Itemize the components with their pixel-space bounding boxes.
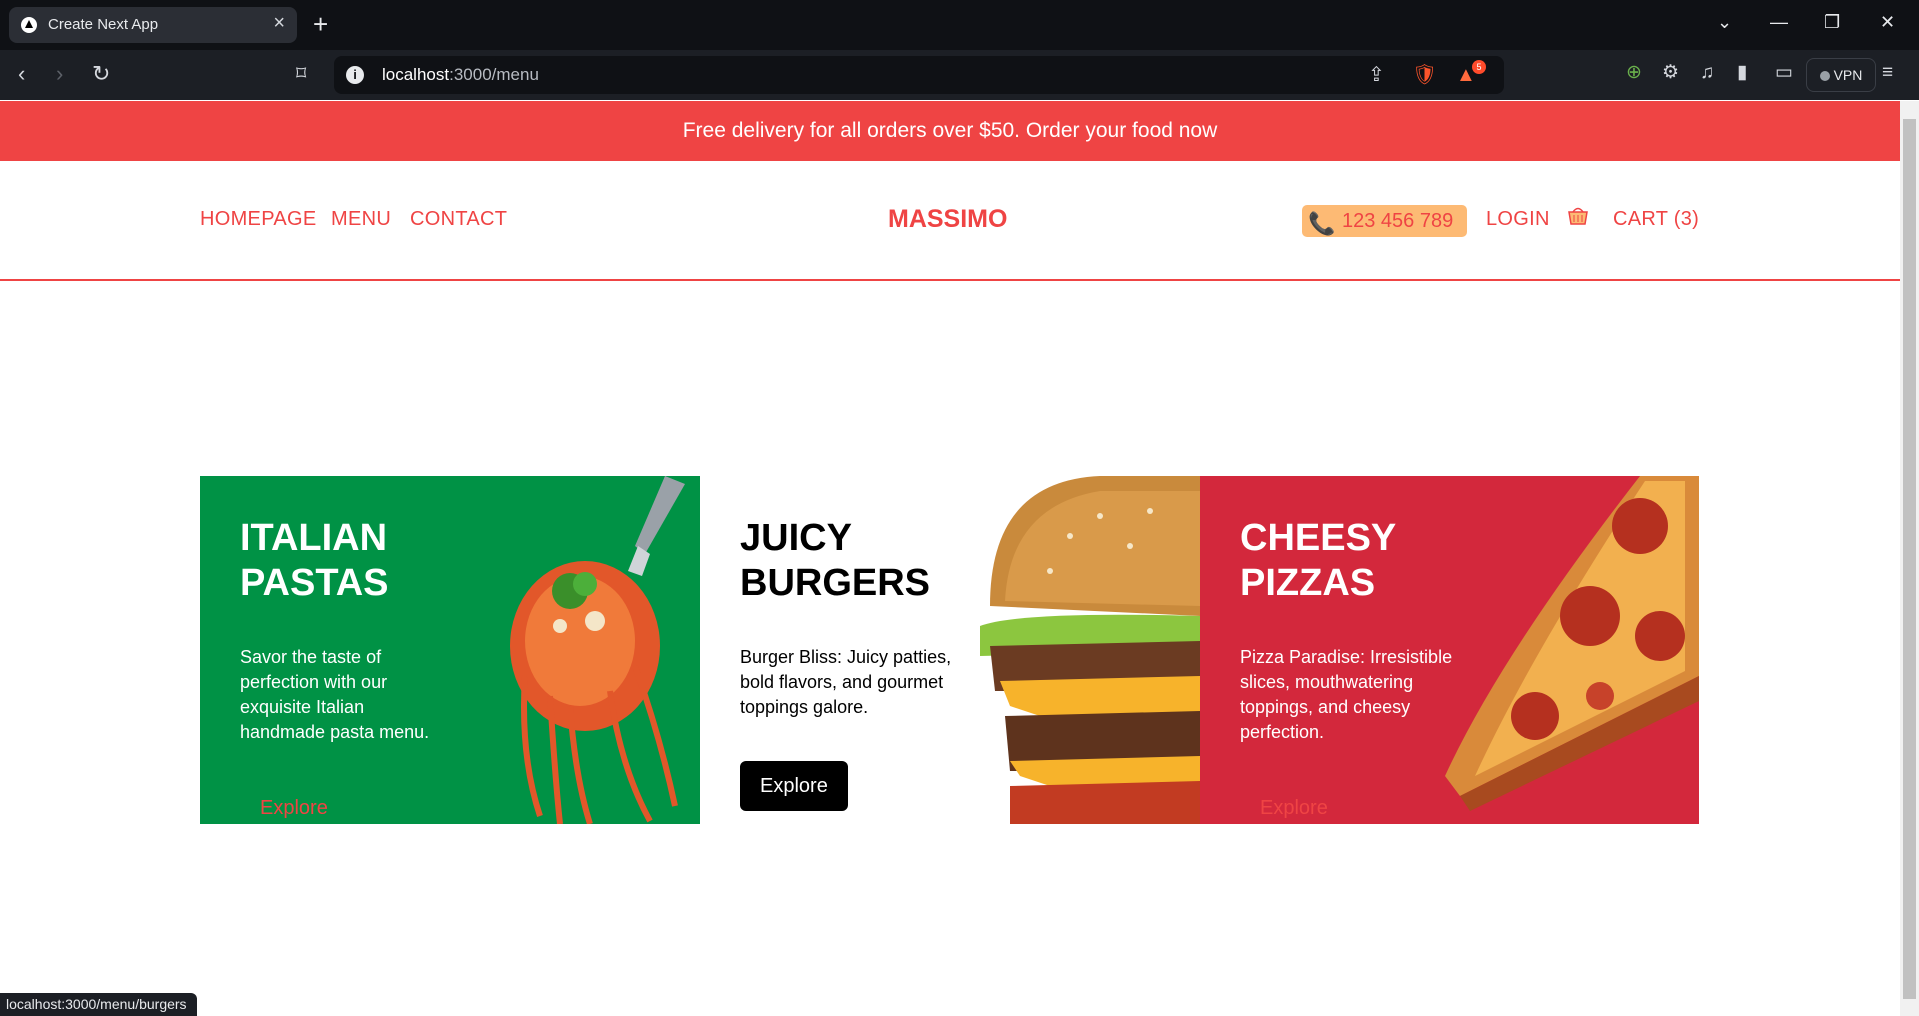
tab-search-chevron-icon[interactable]: ⌄ (1717, 12, 1732, 32)
browser-tab-bar: Create Next App × + ⌄ — ❐ ✕ (0, 0, 1919, 50)
brave-shields-icon[interactable]: 🛡 (1412, 63, 1437, 87)
phone-pill[interactable]: 📞 123 456 789 (1302, 205, 1467, 237)
burger-card[interactable]: JUICY BURGERS Burger Bliss: Juicy pattie… (700, 476, 1200, 824)
close-tab-icon[interactable]: × (273, 13, 285, 33)
announcement-bar: Free delivery for all orders over $50. O… (0, 101, 1900, 161)
share-icon[interactable]: ⇪ (1368, 63, 1385, 87)
menu-icon[interactable]: ≡ (1882, 62, 1893, 84)
explore-pizzas-button[interactable]: Explore (1240, 798, 1348, 818)
card-description: Pizza Paradise: Irresistible slices, mou… (1240, 647, 1453, 742)
restore-icon[interactable]: ❐ (1824, 12, 1840, 32)
pasta-image (510, 476, 685, 824)
reload-icon[interactable]: ↻ (92, 62, 110, 86)
wallet-icon[interactable]: ▭ (1775, 62, 1793, 84)
site-info-icon[interactable]: i (346, 66, 364, 84)
card-description: Burger Bliss: Juicy patties, bold flavor… (740, 647, 952, 717)
pizza-image (1445, 476, 1699, 811)
tab-title: Create Next App (48, 16, 159, 33)
phone-icon: 📞 (1308, 211, 1336, 236)
page-scrollbar[interactable] (1900, 101, 1919, 1016)
extensions-icon[interactable]: ⚙ (1662, 62, 1679, 84)
phone-number: 123 456 789 (1342, 210, 1454, 232)
vpn-button[interactable]: VPN (1806, 58, 1876, 92)
menu-categories: ITALIAN PASTAS Savor the taste of perfec… (200, 476, 1699, 824)
site-logo[interactable]: MASSIMO (888, 205, 1007, 234)
scrollbar-thumb[interactable] (1903, 119, 1916, 999)
nextjs-favicon-icon (21, 17, 37, 33)
link-status-bar: localhost:3000/menu/burgers (0, 993, 197, 1016)
nav-contact-link[interactable]: CONTACT (410, 208, 507, 231)
browser-tab[interactable]: Create Next App × (9, 7, 297, 43)
burger-image (980, 476, 1200, 824)
address-bar[interactable]: i localhost:3000/menu ⇪ 🛡 ▲ 5 (334, 56, 1504, 94)
pasta-card[interactable]: ITALIAN PASTAS Savor the taste of perfec… (200, 476, 700, 824)
cart-icon[interactable] (1566, 203, 1590, 227)
cart-link[interactable]: CART (3) (1613, 208, 1699, 231)
sidebar-icon[interactable]: ▮ (1737, 62, 1747, 84)
new-tab-icon[interactable]: + (313, 11, 328, 37)
explore-pastas-button[interactable]: Explore (240, 798, 348, 818)
site-header: HOMEPAGE MENU CONTACT MASSIMO 📞 123 456 … (0, 161, 1900, 281)
forward-icon[interactable]: › (56, 62, 63, 86)
pizza-card[interactable]: CHEESY PIZZAS Pizza Paradise: Irresistib… (1200, 476, 1699, 824)
browser-toolbar: ‹ › ↻ ⌑ i localhost:3000/menu ⇪ 🛡 ▲ 5 ⊕ … (0, 50, 1919, 100)
add-extension-icon[interactable]: ⊕ (1626, 62, 1642, 84)
card-description: Savor the taste of perfection with our e… (240, 647, 430, 742)
rewards-badge: 5 (1472, 60, 1486, 74)
back-icon[interactable]: ‹ (18, 62, 25, 86)
bookmark-icon[interactable]: ⌑ (296, 62, 306, 86)
minimize-icon[interactable]: — (1770, 12, 1788, 32)
close-window-icon[interactable]: ✕ (1880, 12, 1895, 32)
vpn-status-icon (1819, 71, 1830, 81)
media-icon[interactable]: ♫ (1700, 62, 1714, 84)
login-link[interactable]: LOGIN (1486, 208, 1550, 231)
url-text[interactable]: localhost:3000/menu (382, 65, 539, 85)
explore-burgers-button[interactable]: Explore (740, 761, 848, 811)
nav-homepage-link[interactable]: HOMEPAGE (200, 208, 317, 231)
nav-menu-link[interactable]: MENU (331, 208, 391, 231)
